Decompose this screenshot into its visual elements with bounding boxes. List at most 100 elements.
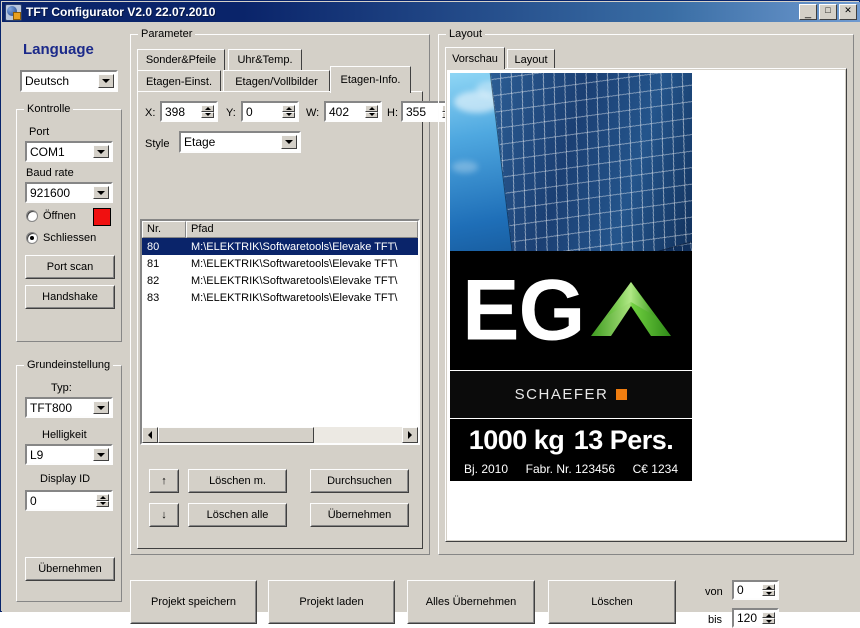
preview-floor-panel: EG (450, 251, 692, 370)
row-pfad: M:\ELEKTRIK\Softwaretools\Elevake TFT\ (191, 291, 398, 304)
projekt-laden-label: Projekt laden (299, 596, 364, 608)
table-row[interactable]: 82 M:\ELEKTRIK\Softwaretools\Elevake TFT… (142, 272, 418, 289)
tab-vorschau[interactable]: Vorschau (445, 47, 505, 69)
listview-hscrollbar[interactable] (142, 427, 418, 443)
x-value: 398 (165, 104, 186, 119)
y-spin[interactable] (282, 105, 295, 118)
spin-down-icon[interactable] (365, 111, 378, 118)
von-value: 0 (737, 583, 744, 597)
chevron-down-icon[interactable] (93, 145, 109, 158)
style-combo[interactable]: Etage (179, 131, 301, 153)
display-id-stepper[interactable]: 0 (25, 490, 113, 511)
spin-down-icon[interactable] (96, 500, 109, 507)
parameter-uebernehmen-button[interactable]: Übernehmen (310, 503, 409, 527)
h-value: 355 (406, 104, 427, 119)
x-spin[interactable] (201, 105, 214, 118)
paths-listview[interactable]: Nr. Pfad 80 M:\ELEKTRIK\Softwaretools\El… (140, 219, 420, 445)
loeschen-m-button[interactable]: Löschen m. (188, 469, 287, 493)
table-row[interactable]: 80 M:\ELEKTRIK\Softwaretools\Elevake TFT… (142, 238, 418, 255)
projekt-laden-button[interactable]: Projekt laden (268, 580, 395, 624)
language-combo[interactable]: Deutsch (20, 70, 118, 92)
table-row[interactable]: 83 M:\ELEKTRIK\Softwaretools\Elevake TFT… (142, 289, 418, 306)
port-combo-value: COM1 (30, 144, 65, 159)
preview-load: 1000 kg (468, 425, 565, 455)
tab-etagen-vollbilder[interactable]: Etagen/Vollbilder (223, 70, 330, 92)
spin-down-icon[interactable] (762, 618, 775, 624)
radio-indicator (26, 232, 38, 244)
minimize-icon: _ (804, 7, 812, 19)
handshake-label: Handshake (42, 291, 98, 303)
move-down-button[interactable]: ↓ (149, 503, 179, 527)
loeschen-button[interactable]: Löschen (548, 580, 676, 624)
window-title: TFT Configurator V2.0 22.07.2010 (26, 5, 216, 19)
projekt-speichern-button[interactable]: Projekt speichern (130, 580, 257, 624)
port-label: Port (29, 126, 50, 138)
style-label: Style (145, 138, 170, 150)
helligkeit-combo[interactable]: L9 (25, 444, 113, 465)
column-header-pfad[interactable]: Pfad (186, 221, 418, 238)
tab-uhr-temp[interactable]: Uhr&Temp. (228, 49, 302, 70)
grundeinstellung-group: Grundeinstellung Typ: TFT800 Helligkeit … (16, 359, 122, 602)
display-preview[interactable]: EG SCHAEFER 1000 kg 13 Pers. Bj. 2010 Fa… (450, 73, 692, 505)
spin-down-icon[interactable] (282, 111, 295, 118)
w-spin[interactable] (365, 105, 378, 118)
title-bar: TFT Configurator V2.0 22.07.2010 _ □ ✕ (2, 2, 860, 22)
spin-down-icon[interactable] (762, 590, 775, 596)
loeschen-alle-button[interactable]: Löschen alle (188, 503, 287, 527)
preview-info-panel: 1000 kg 13 Pers. Bj. 2010 Fabr. Nr. 1234… (450, 419, 692, 481)
alles-uebernehmen-button[interactable]: Alles Übernehmen (407, 580, 535, 624)
chevron-down-icon[interactable] (281, 135, 297, 149)
radio-oeffnen-label: Öffnen (43, 210, 76, 222)
bis-stepper[interactable]: 120 (732, 608, 779, 628)
language-combo-value: Deutsch (25, 74, 70, 88)
minimize-button[interactable]: _ (799, 4, 817, 20)
column-header-nr[interactable]: Nr. (142, 221, 186, 238)
chevron-down-icon[interactable] (93, 401, 109, 414)
x-stepper[interactable]: 398 (160, 101, 218, 122)
application-window: TFT Configurator V2.0 22.07.2010 _ □ ✕ L… (0, 0, 860, 628)
bis-label: bis (708, 614, 723, 626)
baudrate-combo[interactable]: 921600 (25, 182, 113, 203)
w-label: W: (306, 107, 320, 119)
bis-spin[interactable] (762, 612, 775, 624)
scroll-thumb[interactable] (158, 427, 315, 443)
table-row[interactable]: 81 M:\ELEKTRIK\Softwaretools\Elevake TFT… (142, 255, 418, 272)
helligkeit-label: Helligkeit (42, 429, 87, 441)
scroll-track[interactable] (158, 427, 402, 443)
display-id-spin[interactable] (96, 494, 109, 507)
kontrolle-group: Kontrolle Port COM1 Baud rate 921600 Öff… (16, 103, 122, 342)
grundeinstellung-uebernehmen-button[interactable]: Übernehmen (25, 557, 115, 581)
port-combo[interactable]: COM1 (25, 141, 113, 162)
radio-schliessen[interactable]: Schliessen (26, 232, 96, 244)
chevron-down-icon[interactable] (98, 74, 114, 88)
close-button[interactable]: ✕ (839, 4, 857, 20)
window-buttons: _ □ ✕ (799, 4, 860, 20)
parameter-group: Parameter Sonder&Pfeile Uhr&Temp. Etagen… (130, 28, 459, 555)
brand-square-icon (616, 389, 628, 400)
von-spin[interactable] (762, 584, 775, 596)
tab-sonder-pfeile[interactable]: Sonder&Pfeile (137, 49, 225, 70)
spin-down-icon[interactable] (201, 111, 214, 118)
tab-layout[interactable]: Layout (507, 49, 555, 69)
scroll-left-icon[interactable] (142, 427, 158, 443)
radio-oeffnen[interactable]: Öffnen (26, 210, 76, 222)
tab-etagen-einst[interactable]: Etagen-Einst. (137, 70, 221, 92)
chevron-down-icon[interactable] (93, 448, 109, 461)
port-scan-button[interactable]: Port scan (25, 255, 115, 279)
tab-etagen-info[interactable]: Etagen-Info. (330, 66, 411, 93)
chevron-down-icon[interactable] (93, 186, 109, 199)
handshake-button[interactable]: Handshake (25, 285, 115, 309)
w-stepper[interactable]: 402 (324, 101, 382, 122)
y-stepper[interactable]: 0 (241, 101, 299, 122)
von-stepper[interactable]: 0 (732, 580, 779, 600)
move-up-button[interactable]: ↑ (149, 469, 179, 493)
scroll-right-icon[interactable] (402, 427, 418, 443)
layout-legend: Layout (446, 28, 486, 40)
typ-combo[interactable]: TFT800 (25, 397, 113, 418)
preview-canvas: EG SCHAEFER 1000 kg 13 Pers. Bj. 2010 Fa… (447, 70, 845, 540)
loeschen-label: Löschen (591, 596, 633, 608)
durchsuchen-button[interactable]: Durchsuchen (310, 469, 409, 493)
helligkeit-combo-value: L9 (30, 447, 44, 462)
maximize-button[interactable]: □ (819, 4, 837, 20)
row-pfad: M:\ELEKTRIK\Softwaretools\Elevake TFT\ (191, 257, 398, 270)
